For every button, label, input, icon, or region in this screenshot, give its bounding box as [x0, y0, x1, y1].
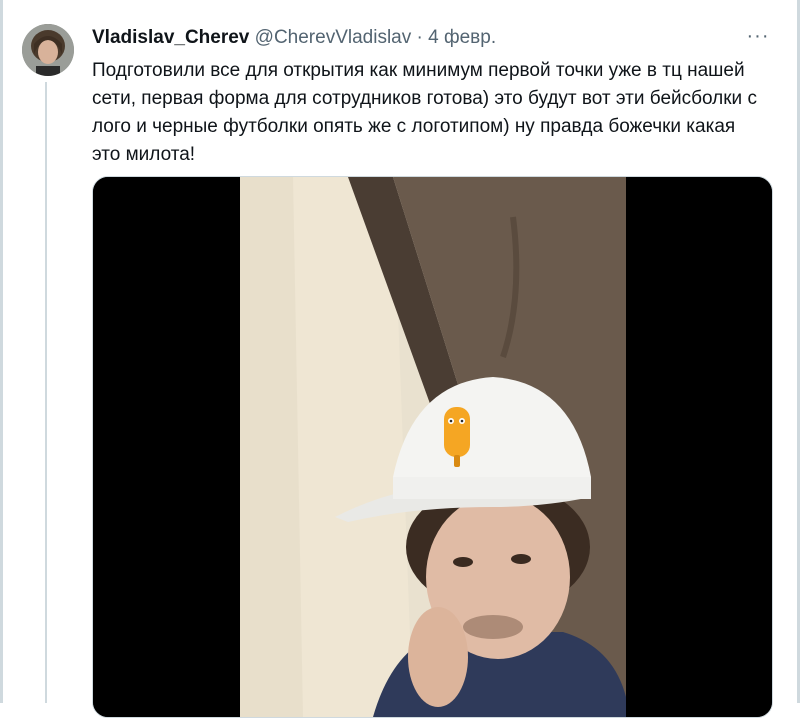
tweet-date[interactable]: 4 февр. [428, 27, 496, 48]
tweet-text: Подготовили все для открытия как минимум… [92, 60, 757, 165]
thread-line [45, 82, 47, 703]
frame-left-border [0, 0, 3, 703]
tweet-header: Vladislav_Cherev @CherevVladislav · 4 фе… [92, 25, 496, 51]
user-avatar-icon [22, 24, 74, 76]
more-button[interactable]: ··· [744, 22, 772, 50]
separator-dot: · [416, 27, 423, 48]
user-handle[interactable]: @CherevVladislav [255, 27, 412, 48]
media-photo [93, 177, 772, 717]
display-name[interactable]: Vladislav_Cherev [92, 27, 249, 48]
avatar[interactable] [22, 24, 74, 76]
more-horizontal-icon: ··· [746, 24, 770, 47]
tweet-media[interactable] [92, 176, 773, 718]
